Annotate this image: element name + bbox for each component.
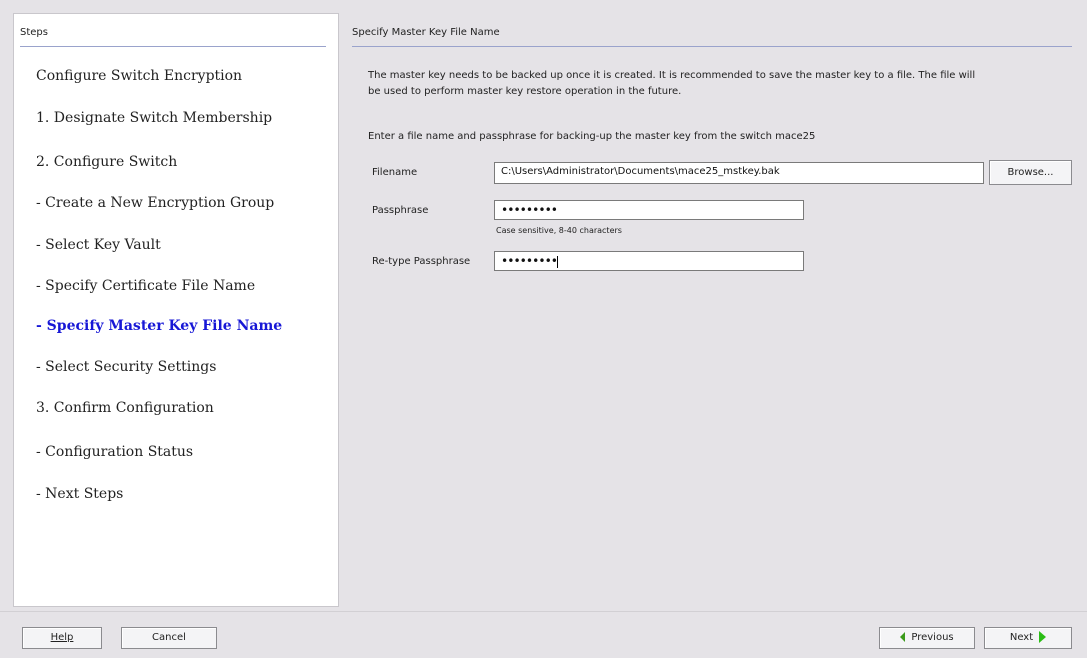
- intro-text-line-1: The master key needs to be backed up onc…: [368, 70, 976, 81]
- filename-field[interactable]: C:\Users\Administrator\Documents\mace25_…: [494, 162, 984, 184]
- step-select-key-vault: - Select Key Vault: [36, 237, 161, 253]
- step-configure-switch-encryption: Configure Switch Encryption: [36, 68, 243, 84]
- steps-panel: [13, 13, 339, 607]
- page-title-divider: [352, 46, 1072, 47]
- step-create-encryption-group: - Create a New Encryption Group: [36, 195, 275, 211]
- step-designate-switch-membership: 1. Designate Switch Membership: [36, 110, 273, 126]
- browse-button[interactable]: Browse...: [989, 160, 1072, 185]
- instruction-text: Enter a file name and passphrase for bac…: [368, 131, 816, 142]
- passphrase-hint: Case sensitive, 8-40 characters: [496, 226, 622, 235]
- arrow-right-icon: [1039, 631, 1047, 643]
- previous-button-label: Previous: [911, 632, 954, 643]
- step-specify-master-key-file-name: - Specify Master Key File Name: [36, 318, 283, 334]
- step-configuration-status: - Configuration Status: [36, 444, 194, 460]
- filename-label: Filename: [372, 167, 418, 178]
- step-select-security-settings: - Select Security Settings: [36, 359, 217, 375]
- cancel-button[interactable]: Cancel: [121, 627, 217, 649]
- retype-passphrase-field[interactable]: •••••••••: [494, 251, 804, 271]
- retype-passphrase-label: Re-type Passphrase: [372, 256, 471, 267]
- step-next-steps: - Next Steps: [36, 486, 124, 502]
- intro-text-line-2: be used to perform master key restore op…: [368, 86, 682, 97]
- cancel-button-label: Cancel: [152, 632, 186, 643]
- filename-value: C:\Users\Administrator\Documents\mace25_…: [501, 166, 780, 177]
- step-specify-certificate-file-name: - Specify Certificate File Name: [36, 278, 256, 294]
- steps-header-divider: [20, 46, 326, 47]
- steps-header: Steps: [20, 27, 48, 38]
- help-button-label: Help: [50, 632, 74, 643]
- passphrase-field[interactable]: •••••••••: [494, 200, 804, 220]
- help-button[interactable]: Help: [22, 627, 102, 649]
- passphrase-value: •••••••••: [501, 203, 558, 217]
- step-confirm-configuration: 3. Confirm Configuration: [36, 400, 214, 416]
- passphrase-label: Passphrase: [372, 205, 429, 216]
- next-button-label: Next: [1009, 632, 1034, 643]
- step-configure-switch: 2. Configure Switch: [36, 154, 178, 170]
- retype-passphrase-value: •••••••••: [501, 254, 558, 268]
- previous-button[interactable]: Previous: [879, 627, 975, 649]
- next-button[interactable]: Next: [984, 627, 1072, 649]
- page-title: Specify Master Key File Name: [352, 27, 500, 38]
- text-cursor: [557, 256, 559, 268]
- arrow-left-icon: [900, 632, 906, 642]
